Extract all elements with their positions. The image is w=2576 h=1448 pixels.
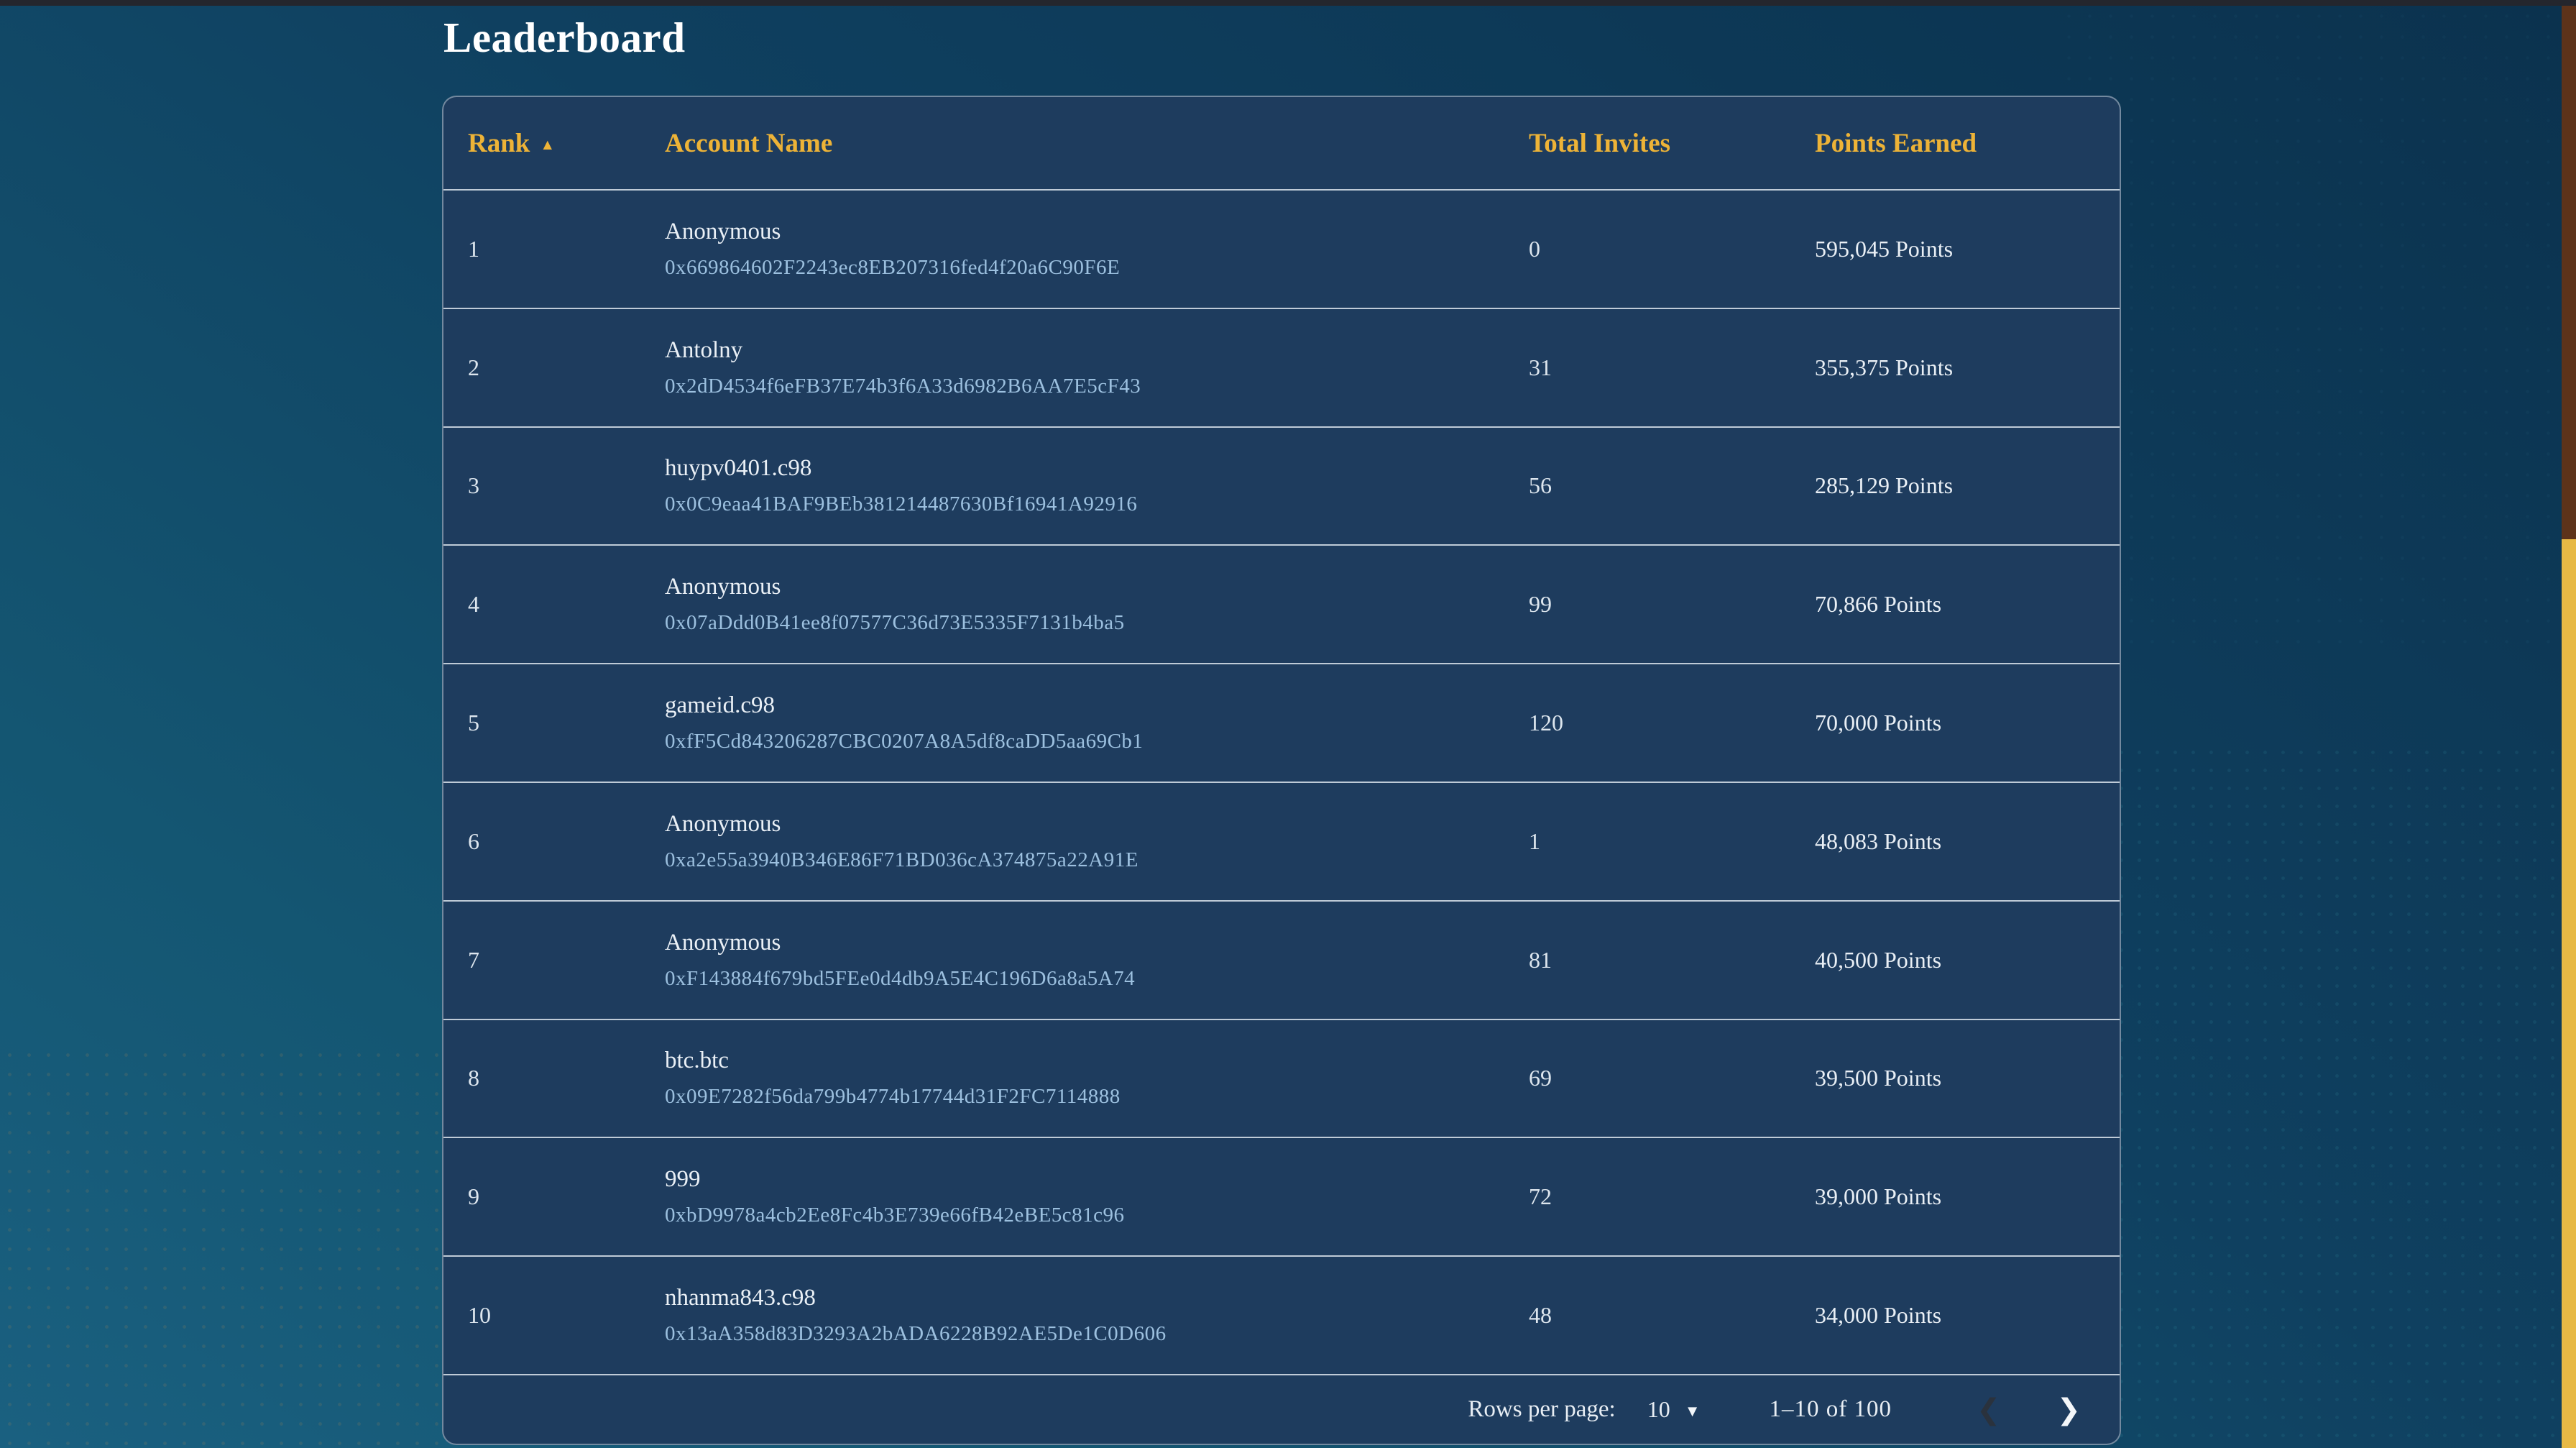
account-cell: nhanma843.c98 0x13aA358d83D3293A2bADA622… [665, 1285, 1529, 1346]
account-cell: gameid.c98 0xfF5Cd843206287CBC0207A8A5df… [665, 692, 1529, 753]
account-address: 0x2dD4534f6eFB37E74b3f6A33d6982B6AA7E5cF… [665, 375, 1529, 398]
points-earned-cell: 595,045 Points [1815, 236, 2120, 262]
previous-page-button[interactable]: ❮ [1971, 1396, 2007, 1424]
total-invites-cell: 48 [1529, 1302, 1815, 1329]
points-earned-cell: 355,375 Points [1815, 354, 2120, 381]
leaderboard-page: { "page": { "title": "Leaderboard" }, "t… [0, 0, 2576, 1448]
total-invites-cell: 81 [1529, 947, 1815, 973]
table-row: 7 Anonymous 0xF143884f679bd5FEe0d4db9A5E… [443, 900, 2120, 1019]
points-earned-cell: 70,866 Points [1815, 591, 2120, 618]
points-earned-cell: 34,000 Points [1815, 1302, 2120, 1329]
account-address: 0xfF5Cd843206287CBC0207A8A5df8caDD5aa69C… [665, 730, 1529, 753]
table-body: 1 Anonymous 0x669864602F2243ec8EB207316f… [443, 189, 2120, 1374]
rank-cell: 8 [468, 1065, 665, 1091]
total-invites-cell: 99 [1529, 591, 1815, 618]
total-invites-cell: 0 [1529, 236, 1815, 262]
account-cell: Anonymous 0x07aDdd0B41ee8f07577C36d73E53… [665, 574, 1529, 635]
account-address: 0x0C9eaa41BAF9BEb381214487630Bf16941A929… [665, 492, 1529, 516]
points-earned-cell: 285,129 Points [1815, 472, 2120, 499]
browser-top-bar [0, 0, 2576, 6]
rank-cell: 5 [468, 710, 665, 736]
total-invites-cell: 1 [1529, 828, 1815, 855]
points-earned-cell: 70,000 Points [1815, 710, 2120, 736]
table-header-row: Rank ▲ Account Name Total Invites Points … [443, 97, 2120, 189]
account-address: 0x07aDdd0B41ee8f07577C36d73E5335F7131b4b… [665, 611, 1529, 635]
account-name: Antolny [665, 337, 1529, 364]
account-address: 0x09E7282f56da799b4774b17744d31F2FC71148… [665, 1085, 1529, 1109]
account-cell: Anonymous 0x669864602F2243ec8EB207316fed… [665, 219, 1529, 280]
account-name: huypv0401.c98 [665, 455, 1529, 482]
account-cell: 999 0xbD9978a4cb2Ee8Fc4b3E739e66fB42eBE5… [665, 1166, 1529, 1227]
account-name: Anonymous [665, 811, 1529, 838]
table-row: 8 btc.btc 0x09E7282f56da799b4774b17744d3… [443, 1019, 2120, 1137]
points-earned-cell: 39,500 Points [1815, 1065, 2120, 1091]
account-name: Anonymous [665, 574, 1529, 600]
account-cell: Anonymous 0xF143884f679bd5FEe0d4db9A5E4C… [665, 930, 1529, 991]
account-cell: Antolny 0x2dD4534f6eFB37E74b3f6A33d6982B… [665, 337, 1529, 398]
rank-cell: 9 [468, 1183, 665, 1210]
account-address: 0x669864602F2243ec8EB207316fed4f20a6C90F… [665, 256, 1529, 280]
account-address: 0xF143884f679bd5FEe0d4db9A5E4C196D6a8a5A… [665, 967, 1529, 991]
account-name: 999 [665, 1166, 1529, 1193]
account-name: Anonymous [665, 930, 1529, 956]
table-row: 5 gameid.c98 0xfF5Cd843206287CBC0207A8A5… [443, 663, 2120, 782]
table-row: 1 Anonymous 0x669864602F2243ec8EB207316f… [443, 189, 2120, 308]
leaderboard-table: Rank ▲ Account Name Total Invites Points … [442, 96, 2121, 1445]
dropdown-arrow-icon: ▼ [1685, 1402, 1701, 1421]
table-row: 2 Antolny 0x2dD4534f6eFB37E74b3f6A33d698… [443, 308, 2120, 426]
total-invites-cell: 31 [1529, 354, 1815, 381]
total-invites-cell: 120 [1529, 710, 1815, 736]
account-cell: btc.btc 0x09E7282f56da799b4774b17744d31F… [665, 1048, 1529, 1109]
points-earned-cell: 40,500 Points [1815, 947, 2120, 973]
account-name: Anonymous [665, 219, 1529, 245]
account-address: 0xa2e55a3940B346E86F71BD036cA374875a22A9… [665, 848, 1529, 872]
account-name: gameid.c98 [665, 692, 1529, 719]
rows-per-page-value: 10 [1647, 1396, 1670, 1423]
sort-ascending-icon: ▲ [540, 136, 555, 154]
column-header-total-invites: Total Invites [1529, 128, 1815, 159]
total-invites-cell: 56 [1529, 472, 1815, 499]
column-header-rank[interactable]: Rank ▲ [468, 128, 665, 159]
rank-header-label: Rank [468, 129, 530, 158]
account-cell: huypv0401.c98 0x0C9eaa41BAF9BEb381214487… [665, 455, 1529, 516]
points-earned-cell: 48,083 Points [1815, 828, 2120, 855]
rows-per-page-label: Rows per page: [1468, 1396, 1615, 1423]
rank-cell: 1 [468, 236, 665, 262]
rank-cell: 10 [468, 1302, 665, 1329]
rows-per-page-select[interactable]: 10 ▼ [1647, 1396, 1701, 1423]
column-header-account-name: Account Name [665, 128, 1529, 159]
scrollbar-track[interactable] [2562, 6, 2576, 1448]
rank-cell: 7 [468, 947, 665, 973]
account-address: 0x13aA358d83D3293A2bADA6228B92AE5De1C0D6… [665, 1322, 1529, 1346]
scrollbar-thumb[interactable] [2562, 539, 2576, 1448]
rank-cell: 6 [468, 828, 665, 855]
next-page-button[interactable]: ❯ [2051, 1396, 2087, 1424]
table-row: 3 huypv0401.c98 0x0C9eaa41BAF9BEb3812144… [443, 426, 2120, 545]
column-header-points-earned: Points Earned [1815, 128, 2120, 159]
table-row: 9 999 0xbD9978a4cb2Ee8Fc4b3E739e66fB42eB… [443, 1137, 2120, 1255]
pagination-bar: Rows per page: 10 ▼ 1–10 of 100 ❮ ❯ [443, 1374, 2120, 1444]
rank-cell: 3 [468, 472, 665, 499]
pagination-range-label: 1–10 of 100 [1769, 1396, 1892, 1423]
account-address: 0xbD9978a4cb2Ee8Fc4b3E739e66fB42eBE5c81c… [665, 1204, 1529, 1227]
table-row: 4 Anonymous 0x07aDdd0B41ee8f07577C36d73E… [443, 544, 2120, 663]
total-invites-cell: 69 [1529, 1065, 1815, 1091]
background-dot-texture-top [2058, 6, 2562, 653]
table-row: 6 Anonymous 0xa2e55a3940B346E86F71BD036c… [443, 782, 2120, 900]
total-invites-cell: 72 [1529, 1183, 1815, 1210]
table-row: 10 nhanma843.c98 0x13aA358d83D3293A2bADA… [443, 1255, 2120, 1374]
page-title: Leaderboard [443, 13, 686, 63]
account-cell: Anonymous 0xa2e55a3940B346E86F71BD036cA3… [665, 811, 1529, 872]
rank-cell: 2 [468, 354, 665, 381]
points-earned-cell: 39,000 Points [1815, 1183, 2120, 1210]
rank-cell: 4 [468, 591, 665, 618]
account-name: nhanma843.c98 [665, 1285, 1529, 1311]
account-name: btc.btc [665, 1048, 1529, 1074]
